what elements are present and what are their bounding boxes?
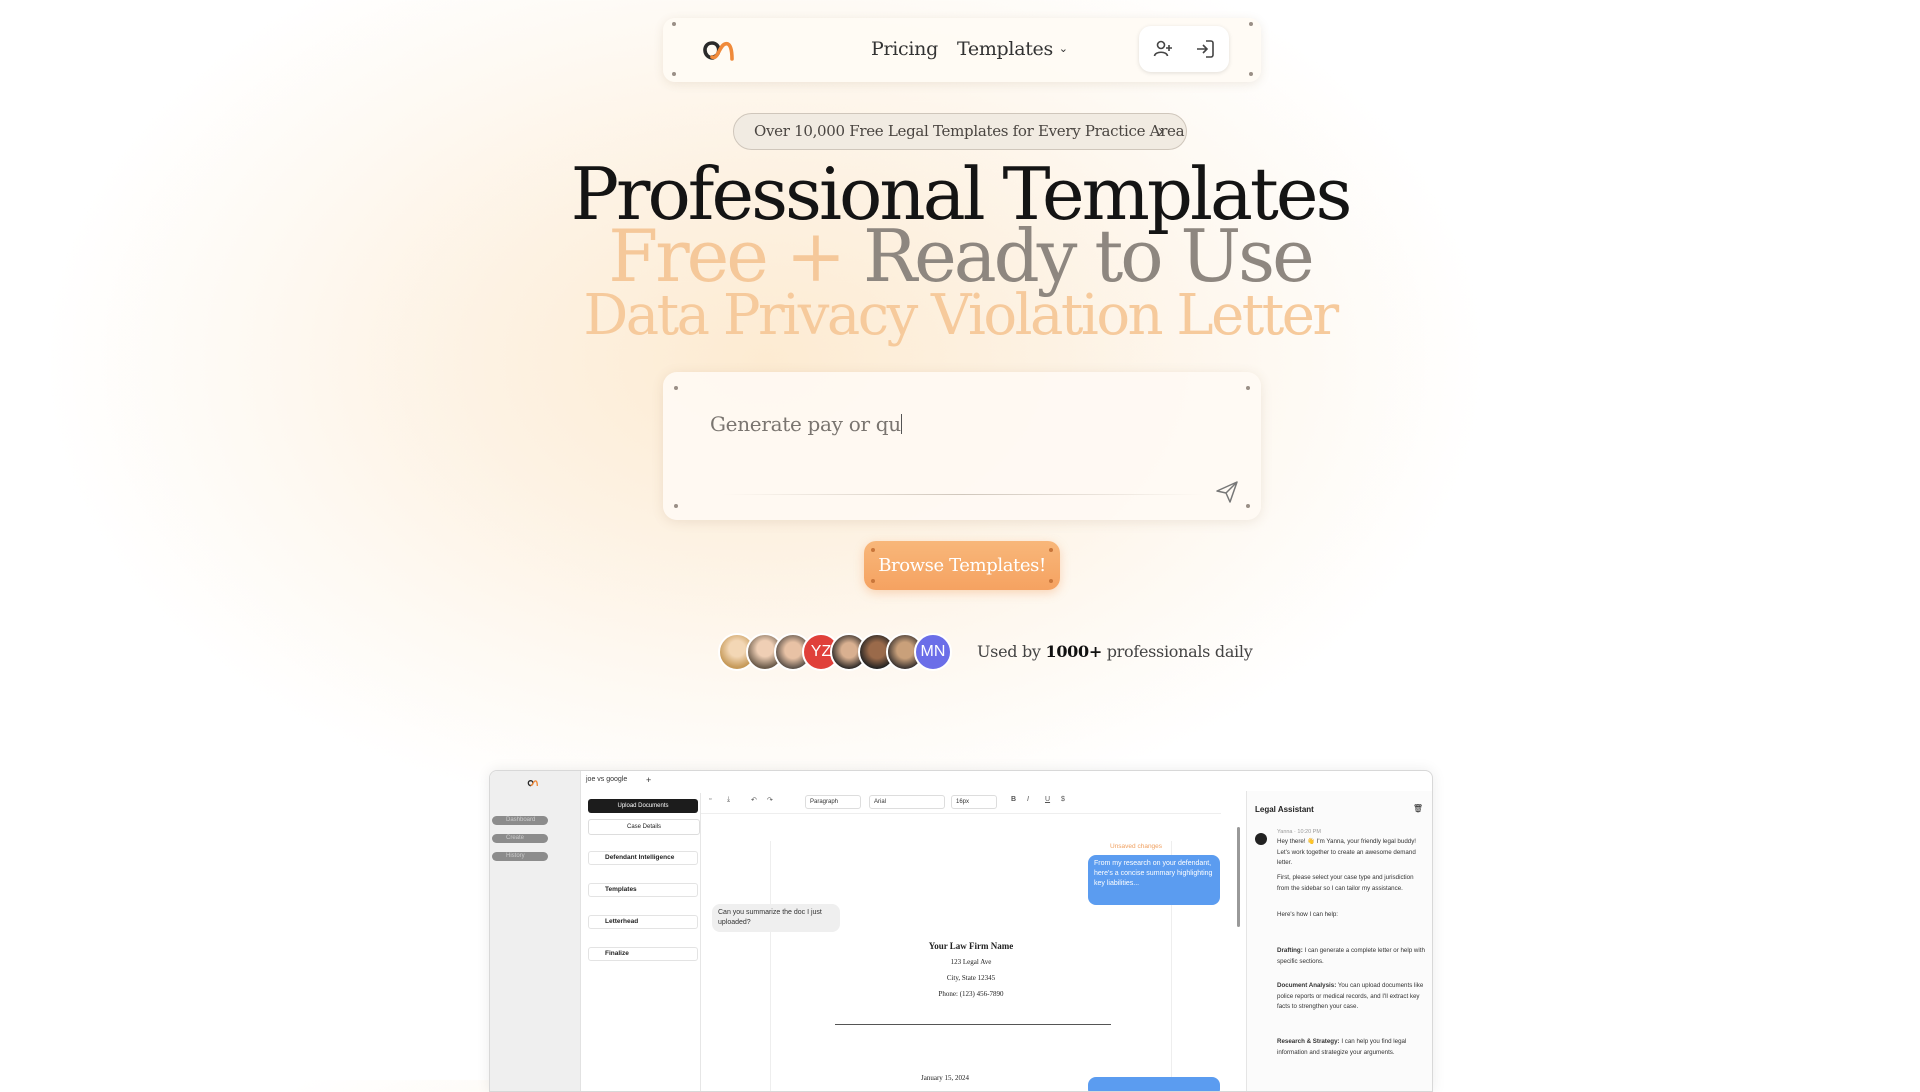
doc-address-2: City, State 12345 xyxy=(946,974,996,982)
font-select: Arial xyxy=(869,795,945,809)
browse-templates-label: Browse Templates! xyxy=(878,555,1046,576)
corner-dot xyxy=(1249,72,1253,76)
nav-pricing-link[interactable]: Pricing xyxy=(871,38,938,60)
used-count: 1000+ xyxy=(1045,642,1102,661)
avatar: MN xyxy=(914,633,952,671)
corner-dot xyxy=(672,72,676,76)
send-icon[interactable] xyxy=(1215,480,1239,504)
corner-dot xyxy=(674,386,678,390)
chevron-right-icon: › xyxy=(1157,121,1164,142)
prompt-divider xyxy=(723,494,1203,495)
panel-item: Letterhead xyxy=(588,915,698,929)
panel-item: Templates xyxy=(588,883,698,897)
assistant-drafting: Drafting: I can generate a complete lett… xyxy=(1277,946,1427,967)
assistant-research: Research & Strategy: I can help you find… xyxy=(1277,1037,1427,1058)
doc-divider xyxy=(835,1024,1111,1025)
top-navbar: Pricing Templates ⌄ xyxy=(663,18,1261,82)
announcement-banner[interactable]: Over 10,000 Free Legal Templates for Eve… xyxy=(733,113,1187,150)
scrollbar xyxy=(1237,827,1240,927)
banner-text: Over 10,000 Free Legal Templates for Eve… xyxy=(754,122,1185,140)
corner-dot xyxy=(1246,386,1250,390)
panel-item: Defendant Intelligence xyxy=(588,851,698,865)
add-user-icon[interactable] xyxy=(1153,39,1173,59)
sidebar-item-history: History xyxy=(492,852,548,861)
undo-icon: ↶ xyxy=(751,797,757,804)
doc-firm-name: Your Law Firm Name xyxy=(928,941,1014,951)
case-details-button: Case Details xyxy=(588,819,700,835)
doc-address-1: 123 Legal Ave xyxy=(950,958,992,966)
chevron-down-icon: ⌄ xyxy=(1058,42,1068,55)
preview-editor-toolbar: ▫ ⤓ ↶ ↷ Paragraph Arial 16px B I U $ xyxy=(701,791,1221,814)
drafting-label: Drafting: xyxy=(1277,947,1303,954)
chat-bubble-bot xyxy=(1088,1077,1220,1091)
sidebar-item-dashboard: Dashboard xyxy=(492,816,548,825)
nav-templates-dropdown[interactable]: Templates ⌄ xyxy=(957,38,1068,60)
chat-bubble-user: Can you summarize the doc I just uploade… xyxy=(712,904,840,932)
size-select: 16px xyxy=(951,795,997,809)
assistant-paragraph: Here's how I can help: xyxy=(1277,911,1339,918)
prompt-input[interactable]: Generate pay or qu xyxy=(710,412,902,436)
corner-dot xyxy=(1049,548,1053,552)
download-icon: ⤓ xyxy=(727,796,731,803)
used-suffix: professionals daily xyxy=(1106,642,1253,661)
assistant-paragraph: First, please select your case type and … xyxy=(1277,874,1414,892)
prompt-box: Generate pay or qu xyxy=(663,372,1261,520)
corner-dot xyxy=(1246,504,1250,508)
logo-icon[interactable] xyxy=(699,32,739,68)
hero-rotating-template: Data Privacy Violation Letter xyxy=(583,283,1339,348)
sign-in-icon[interactable] xyxy=(1195,39,1215,59)
preview-case-panel: Upload Documents Case Details Defendant … xyxy=(580,793,701,1091)
sidebar-item-create: Create xyxy=(492,834,548,843)
preview-tab-bar: joe vs google + xyxy=(580,771,700,791)
corner-dot xyxy=(674,504,678,508)
text-cursor xyxy=(900,414,902,434)
redo-icon: ↷ xyxy=(767,797,773,804)
used-prefix: Used by xyxy=(977,642,1041,661)
trash-icon: 🗑 xyxy=(1412,804,1423,813)
corner-dot xyxy=(871,579,875,583)
bold-button: B xyxy=(1011,796,1017,803)
corner-dot xyxy=(672,22,676,26)
prompt-input-value: Generate pay or qu xyxy=(710,412,901,436)
browse-templates-button[interactable]: Browse Templates! xyxy=(864,541,1060,590)
tab-label: joe vs google xyxy=(586,776,628,783)
upload-documents-button: Upload Documents xyxy=(588,799,698,813)
nav-templates-label: Templates xyxy=(957,38,1053,60)
analysis-label: Document Analysis: xyxy=(1277,982,1337,989)
preview-sidebar: Dashboard Create History xyxy=(490,771,581,1091)
research-label: Research & Strategy: xyxy=(1277,1038,1340,1045)
tab-add-icon: + xyxy=(646,775,652,785)
italic-button: I xyxy=(1027,796,1029,803)
corner-dot xyxy=(1049,579,1053,583)
strike-button: $ xyxy=(1061,796,1065,803)
save-icon: ▫ xyxy=(709,796,712,803)
assistant-meta: Yanna · 10:20 PM xyxy=(1277,829,1321,835)
corner-dot xyxy=(1249,22,1253,26)
assistant-greeting: Hey there! 👋 I'm Yanna, your friendly le… xyxy=(1277,838,1417,866)
doc-date: January 15, 2024 xyxy=(921,1074,970,1082)
assistant-title: Legal Assistant xyxy=(1255,805,1314,814)
underline-button: U xyxy=(1045,796,1051,803)
legal-assistant-panel: Legal Assistant 🗑 Yanna · 10:20 PM Hey t… xyxy=(1246,791,1432,1091)
paragraph-select: Paragraph xyxy=(805,795,861,809)
assistant-avatar xyxy=(1255,833,1267,845)
app-preview-screenshot: Dashboard Create History joe vs google +… xyxy=(489,770,1433,1092)
corner-dot xyxy=(871,548,875,552)
social-proof-text: Used by 1000+ professionals daily xyxy=(977,642,1253,661)
logo-icon xyxy=(527,779,538,787)
assistant-analysis: Document Analysis: You can upload docume… xyxy=(1277,981,1427,1013)
chat-bubble-bot: From my research on your defendant, here… xyxy=(1088,855,1220,905)
doc-phone: Phone: (123) 456-7890 xyxy=(938,990,1004,998)
panel-item: Finalize xyxy=(588,947,698,961)
auth-buttons xyxy=(1139,26,1229,72)
